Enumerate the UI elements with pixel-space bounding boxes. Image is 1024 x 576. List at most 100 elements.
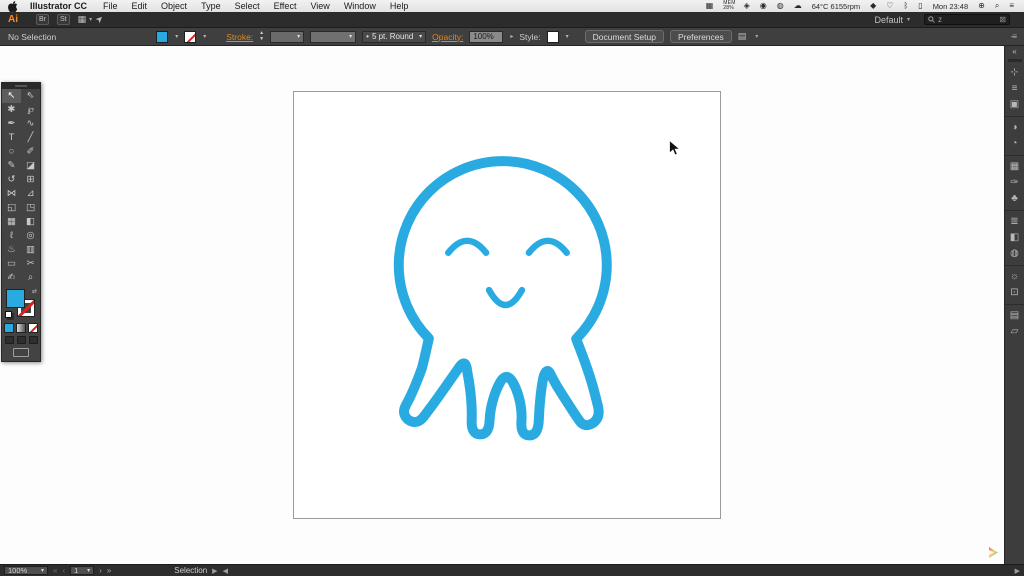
panel-brushes[interactable]: ✑ bbox=[1005, 175, 1024, 191]
document-setup-button[interactable]: Document Setup bbox=[584, 30, 664, 43]
arrange-documents-caret[interactable]: ▾ bbox=[89, 16, 92, 23]
artboard-number-field[interactable]: 1 ▾ bbox=[70, 566, 95, 575]
panel-graphic-styles[interactable]: ⊡ bbox=[1005, 285, 1024, 301]
menu-view[interactable]: View bbox=[310, 1, 329, 11]
menubar-status-bluetooth-icon[interactable]: ᛒ bbox=[903, 2, 910, 10]
menu-object[interactable]: Object bbox=[161, 1, 187, 11]
stroke-weight-stepper[interactable]: ▲ ▼ bbox=[259, 31, 264, 42]
menubar-status-bulb-icon[interactable]: ◍ bbox=[777, 2, 786, 10]
panel-artboards[interactable]: ▱ bbox=[1005, 324, 1024, 340]
draw-inside-button[interactable] bbox=[28, 336, 38, 344]
workspace-switcher[interactable]: Default ▾ bbox=[874, 15, 910, 25]
menu-illustrator[interactable]: Illustrator CC bbox=[30, 1, 87, 11]
menubar-status-shield-icon[interactable]: ◈ bbox=[744, 2, 752, 10]
artboard[interactable] bbox=[293, 91, 721, 519]
status-bar-splitter-arrow[interactable]: ◀ bbox=[223, 567, 228, 575]
draw-behind-button[interactable] bbox=[16, 336, 26, 344]
panel-color-guide[interactable]: ◔ bbox=[1005, 136, 1024, 152]
panel-transform[interactable]: ⊹ bbox=[1005, 65, 1024, 81]
tool-lasso[interactable]: ℘ bbox=[21, 103, 40, 117]
tool-line-segment[interactable]: ╱ bbox=[21, 131, 40, 145]
expand-panels-icon[interactable]: « bbox=[1012, 46, 1016, 58]
tool-perspective-grid[interactable]: ◳ bbox=[21, 201, 40, 215]
panel-align[interactable]: ≡ bbox=[1005, 81, 1024, 97]
swap-fill-stroke-icon[interactable]: ⇄ bbox=[32, 288, 37, 295]
tool-pencil[interactable]: ✎ bbox=[2, 159, 21, 173]
preferences-button[interactable]: Preferences bbox=[669, 30, 732, 43]
tool-scale[interactable]: ⊿ bbox=[21, 187, 40, 201]
zoom-level-field[interactable]: 100% ▾ bbox=[4, 566, 48, 575]
tool-type[interactable]: T bbox=[2, 131, 21, 145]
menubar-status-display-icon[interactable]: ▯ bbox=[918, 2, 924, 10]
tool-shape[interactable]: ○ bbox=[2, 145, 21, 159]
stroke-color-caret[interactable]: ▾ bbox=[203, 33, 206, 40]
panel-transparency[interactable]: ◍ bbox=[1005, 246, 1024, 262]
document-canvas[interactable] bbox=[0, 46, 1004, 564]
panel-swatches[interactable]: ▦ bbox=[1005, 155, 1024, 175]
tool-direct-selection[interactable]: ⇖ bbox=[21, 89, 40, 103]
gradient-mode-button[interactable] bbox=[16, 323, 26, 333]
menubar-status-heart-icon[interactable]: ♡ bbox=[886, 2, 895, 10]
tool-selection[interactable]: ↖ bbox=[2, 89, 21, 103]
tool-hand[interactable]: ✍ bbox=[2, 271, 21, 285]
none-mode-button[interactable] bbox=[28, 323, 38, 333]
menu-file[interactable]: File bbox=[103, 1, 118, 11]
stroke-panel-link[interactable]: Stroke: bbox=[226, 32, 253, 42]
fill-color-caret[interactable]: ▾ bbox=[175, 33, 178, 40]
menubar-status-clock[interactable]: Mon 23:48 bbox=[933, 2, 970, 11]
menu-help[interactable]: Help bbox=[390, 1, 409, 11]
style-caret[interactable]: ▾ bbox=[566, 33, 569, 40]
menubar-status-spotlight-icon[interactable]: ⌕ bbox=[995, 2, 1001, 10]
next-artboard-icon[interactable]: › bbox=[99, 566, 102, 575]
tool-gradient[interactable]: ◧ bbox=[21, 215, 40, 229]
tool-eyedropper[interactable]: ℓ bbox=[2, 229, 21, 243]
first-artboard-icon[interactable]: « bbox=[53, 566, 57, 575]
menubar-status-cloud-icon[interactable]: ☁ bbox=[794, 2, 804, 10]
tool-shape-builder[interactable]: ◱ bbox=[2, 201, 21, 215]
tool-pen[interactable]: ✒ bbox=[2, 117, 21, 131]
variable-width-profile-field[interactable]: ▾ bbox=[310, 30, 357, 43]
tool-artboard-tool[interactable]: ▭ bbox=[2, 257, 21, 271]
panel-layers[interactable]: ▤ bbox=[1005, 304, 1024, 324]
screen-mode-button[interactable] bbox=[2, 346, 40, 361]
menu-window[interactable]: Window bbox=[344, 1, 376, 11]
menubar-status-drop-icon[interactable]: ◆ bbox=[870, 2, 878, 10]
status-bar-right-arrow[interactable]: ▶ bbox=[1015, 567, 1020, 575]
style-swatch[interactable] bbox=[546, 30, 559, 43]
tool-column-graph[interactable]: ▥ bbox=[21, 243, 40, 257]
tool-width-tool[interactable]: ⋈ bbox=[2, 187, 21, 201]
fill-indicator[interactable] bbox=[6, 289, 25, 308]
stock-button[interactable]: St bbox=[57, 14, 70, 25]
stroke-color-swatch[interactable] bbox=[184, 30, 197, 43]
apple-menu-icon[interactable] bbox=[8, 0, 18, 12]
last-artboard-icon[interactable]: » bbox=[107, 566, 111, 575]
menu-effect[interactable]: Effect bbox=[274, 1, 297, 11]
share-icon[interactable]: ➤ bbox=[93, 13, 106, 26]
menu-select[interactable]: Select bbox=[235, 1, 260, 11]
tool-blend[interactable]: ◎ bbox=[21, 229, 40, 243]
panel-stroke[interactable]: ≣ bbox=[1005, 210, 1024, 230]
status-bar-menu-arrow[interactable]: ▶ bbox=[212, 567, 217, 575]
fill-color-swatch[interactable] bbox=[156, 30, 169, 43]
menubar-status-menu-list-icon[interactable]: ≡ bbox=[1009, 2, 1016, 10]
tool-curvature[interactable]: ∿ bbox=[21, 117, 40, 131]
tool-zoom-tool[interactable]: ⌕ bbox=[21, 271, 40, 285]
tool-mesh[interactable]: ▦ bbox=[2, 215, 21, 229]
brush-definition-field[interactable]: • 5 pt. Round ▾ bbox=[362, 30, 427, 43]
panel-color[interactable]: ◑ bbox=[1005, 116, 1024, 136]
menubar-status-activity-icon[interactable]: ▦ bbox=[706, 2, 716, 10]
opacity-panel-link[interactable]: Opacity: bbox=[432, 32, 463, 42]
arrange-documents-icon[interactable]: ▦ bbox=[78, 14, 87, 25]
draw-normal-button[interactable] bbox=[4, 336, 14, 344]
menubar-status-dot-icon[interactable]: ◉ bbox=[760, 2, 769, 10]
panel-symbols[interactable]: ♣ bbox=[1005, 191, 1024, 207]
search-input-value[interactable]: z bbox=[938, 15, 996, 24]
default-fill-stroke-icon[interactable] bbox=[5, 311, 12, 318]
tool-magic-wand[interactable]: ✱ bbox=[2, 103, 21, 117]
tool-rotate[interactable]: ↺ bbox=[2, 173, 21, 187]
bridge-button[interactable]: Br bbox=[36, 14, 49, 25]
panel-pathfinder[interactable]: ▣ bbox=[1005, 97, 1024, 113]
tool-free-transform[interactable]: ⊞ bbox=[21, 173, 40, 187]
panel-gradient[interactable]: ◧ bbox=[1005, 230, 1024, 246]
opacity-caret[interactable]: ▸ bbox=[510, 33, 513, 40]
